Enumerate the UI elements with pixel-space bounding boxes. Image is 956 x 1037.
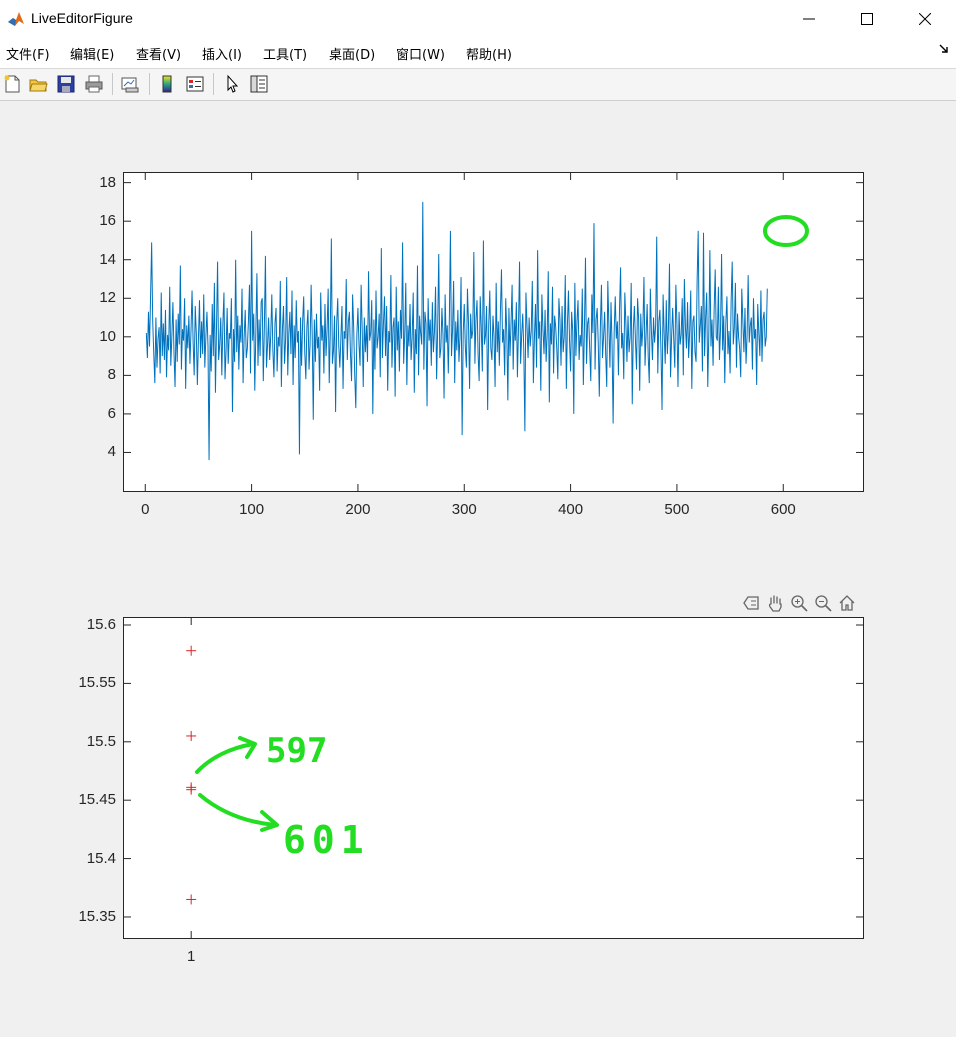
- open-file-icon: [29, 79, 48, 92]
- menu-file[interactable]: 文件(F): [6, 44, 50, 63]
- menu-insert[interactable]: 插入(I): [202, 44, 242, 63]
- toolbar-separator: [213, 73, 214, 95]
- y-tick-label: 15.45: [78, 791, 116, 809]
- print-icon: [85, 75, 103, 93]
- menu-help[interactable]: 帮助(H): [466, 44, 512, 63]
- y-tick-label: 4: [107, 443, 116, 461]
- x-tick-label: 200: [345, 501, 371, 518]
- scatter-plot-canvas: [124, 618, 863, 938]
- menu-view[interactable]: 查看(V): [136, 44, 181, 63]
- restore-view-home-icon: [839, 595, 855, 611]
- close-icon: [919, 13, 931, 25]
- save-button[interactable]: [54, 72, 78, 96]
- matlab-logo-icon: [7, 10, 25, 28]
- figure-toolbar: [0, 69, 956, 101]
- title-bar: LiveEditorFigure: [0, 0, 956, 38]
- link-plot-button[interactable]: [118, 72, 142, 96]
- zoom-in-icon: [791, 595, 808, 612]
- line-series: [145, 201, 768, 461]
- y-tick-label: 14: [99, 250, 116, 268]
- zoom-out-icon: [815, 595, 832, 612]
- maximize-button[interactable]: [838, 0, 896, 38]
- zoom-out-button[interactable]: [813, 593, 833, 613]
- insert-legend-icon: [186, 76, 204, 92]
- y-tick-label: 15.6: [86, 616, 116, 633]
- x-tick-label: 0: [141, 501, 150, 518]
- dock-arrow-icon: [939, 44, 948, 53]
- y-tick-label: 15.55: [78, 674, 116, 692]
- new-figure-icon: [4, 75, 20, 93]
- y-tick-label: 15.35: [78, 907, 116, 925]
- insert-legend-button[interactable]: [183, 72, 207, 96]
- x-tick-label: 100: [239, 501, 265, 518]
- maximize-icon: [861, 13, 873, 25]
- line-plot-axes[interactable]: [123, 172, 864, 492]
- link-plot-icon: [121, 77, 139, 93]
- save-icon: [57, 75, 75, 93]
- zoom-in-button[interactable]: [789, 593, 809, 613]
- data-tips-button[interactable]: [741, 593, 761, 613]
- window-title: LiveEditorFigure: [31, 10, 133, 26]
- y-tick-label: 15.4: [86, 849, 116, 867]
- restore-view-button[interactable]: [837, 593, 857, 613]
- menu-bar: 文件(F) 编辑(E) 查看(V) 插入(I) 工具(T) 桌面(D) 窗口(W…: [0, 38, 956, 69]
- minimize-button[interactable]: [780, 0, 838, 38]
- property-inspector-button[interactable]: [247, 72, 271, 96]
- y-tick-label: 16: [99, 212, 116, 230]
- scatter-point: [186, 645, 197, 656]
- print-button[interactable]: [82, 72, 106, 96]
- axes-toolbar: [741, 593, 857, 613]
- menu-window[interactable]: 窗口(W): [396, 44, 445, 63]
- pan-button[interactable]: [765, 593, 785, 613]
- line-plot-canvas: [124, 173, 863, 491]
- minimize-icon: [803, 18, 815, 20]
- pan-hand-icon: [768, 595, 782, 612]
- scatter-plot-axes[interactable]: [123, 617, 864, 939]
- y-tick-label: 10: [99, 327, 116, 345]
- insert-colorbar-icon: [162, 75, 172, 93]
- toolbar-separator: [149, 73, 150, 95]
- scatter-point: [186, 784, 197, 795]
- menu-tools[interactable]: 工具(T): [263, 44, 307, 63]
- scatter-point: [186, 730, 197, 741]
- x-tick-label: 600: [770, 501, 796, 518]
- close-button[interactable]: [896, 0, 954, 38]
- y-tick-label: 12: [99, 289, 116, 307]
- dock-figure-button[interactable]: [939, 44, 949, 54]
- y-tick-label: 6: [107, 404, 116, 422]
- edit-plot-arrow-icon: [227, 74, 239, 93]
- new-figure-button[interactable]: [0, 72, 24, 96]
- menu-desktop[interactable]: 桌面(D): [329, 44, 375, 63]
- x-tick-label: 1: [187, 948, 196, 965]
- scatter-point: [186, 894, 197, 905]
- y-tick-label: 18: [99, 173, 116, 191]
- x-tick-label: 500: [664, 501, 690, 518]
- property-inspector-icon: [250, 75, 268, 93]
- insert-colorbar-button[interactable]: [155, 72, 179, 96]
- menu-edit[interactable]: 编辑(E): [70, 44, 114, 63]
- toolbar-separator: [112, 73, 113, 95]
- x-tick-label: 400: [558, 501, 584, 518]
- data-tips-icon: [743, 596, 759, 610]
- x-tick-label: 300: [451, 501, 477, 518]
- y-tick-label: 15.5: [86, 732, 116, 750]
- edit-plot-button[interactable]: [220, 72, 244, 96]
- y-tick-label: 8: [107, 366, 116, 384]
- open-file-button[interactable]: [26, 72, 50, 96]
